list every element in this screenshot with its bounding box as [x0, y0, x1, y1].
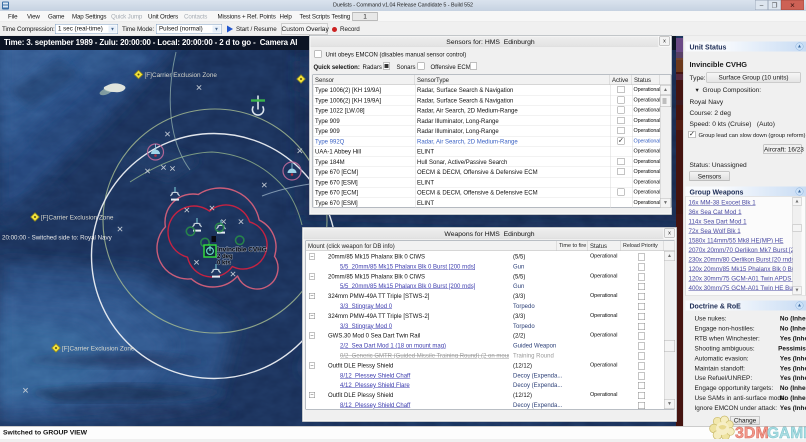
svg-text:3DM: 3DM [735, 425, 769, 439]
svg-text:20:00:00 - Switched side to: R: 20:00:00 - Switched side to: Royal Navy [2, 235, 113, 242]
svg-text:[F]Carrier Exclusion Zone: [F]Carrier Exclusion Zone [41, 215, 114, 222]
svg-text:GAME: GAME [767, 425, 806, 439]
svg-text:2 deg: 2 deg [217, 254, 233, 260]
svg-text:Invincible CVHG: Invincible CVHG [217, 247, 267, 254]
svg-text:0 kts: 0 kts [217, 261, 231, 267]
svg-text:[F]Carrier Exclusion Zone: [F]Carrier Exclusion Zone [62, 346, 135, 353]
svg-text:[F]Carrier Exclusion Zone: [F]Carrier Exclusion Zone [145, 72, 218, 79]
